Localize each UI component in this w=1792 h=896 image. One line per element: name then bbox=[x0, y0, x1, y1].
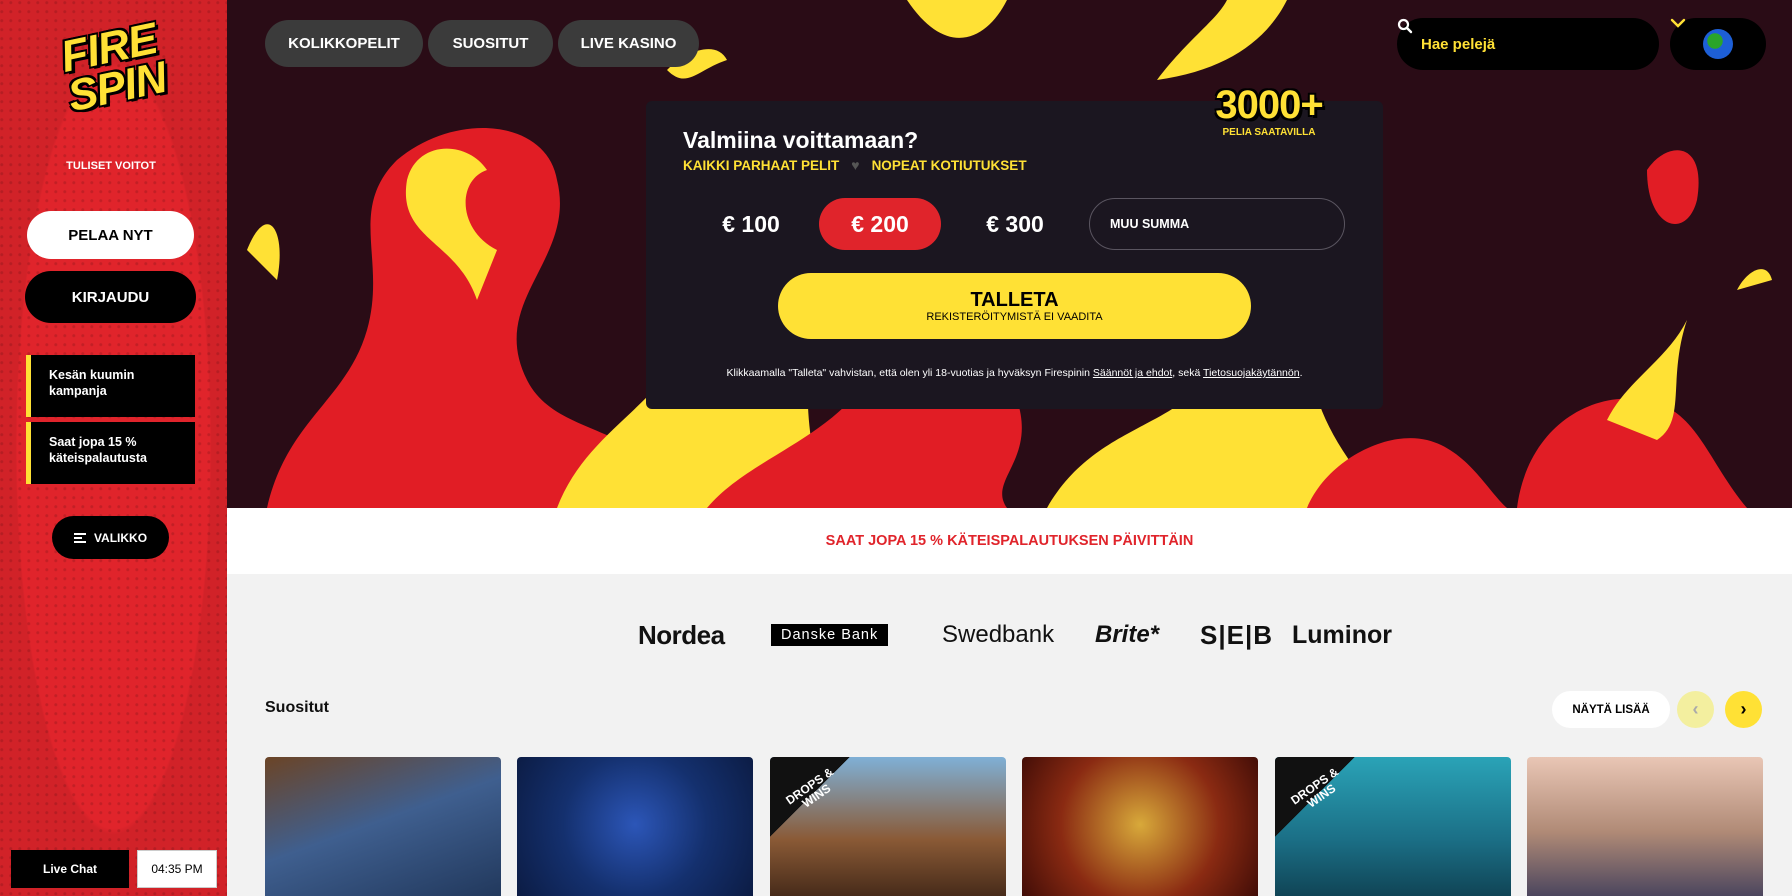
cashback-banner[interactable]: SAAT JOPA 15 % KÄTEISPALAUTUKSEN PÄIVITT… bbox=[227, 508, 1792, 574]
bank-logos: Nordea Danske Bank Swedbank Brite* S|E|B… bbox=[227, 610, 1792, 660]
live-chat-button[interactable]: Live Chat bbox=[11, 850, 129, 888]
nav-popular[interactable]: SUOSITUT bbox=[428, 20, 553, 67]
hamburger-icon bbox=[73, 531, 86, 545]
terms-link[interactable]: Säännöt ja ehdot bbox=[1093, 367, 1172, 379]
badge-text: DROPS & WINS bbox=[1288, 764, 1341, 811]
deposit-button-sublabel: REKISTERÖITYMISTÄ EI VAADITA bbox=[926, 310, 1103, 323]
drops-wins-badge: DROPS & WINS bbox=[1275, 757, 1355, 837]
menu-label: VALIKKO bbox=[93, 530, 148, 545]
promo-summer-campaign[interactable]: Kesän kuumin kampanja bbox=[26, 355, 195, 417]
legal-prefix: Klikkaamalla "Talleta" vahvistan, että o… bbox=[726, 367, 1093, 379]
search-icon[interactable] bbox=[1397, 18, 1413, 34]
deposit-panel: 3000+ PELIA SAATAVILLA Valmiina voittama… bbox=[646, 83, 1383, 409]
game-tile[interactable] bbox=[517, 757, 753, 896]
badge-text: DROPS & WINS bbox=[783, 764, 836, 811]
search-box[interactable] bbox=[1397, 18, 1659, 70]
show-more-button[interactable]: NÄYTÄ LISÄÄ bbox=[1552, 691, 1670, 728]
chevron-right-icon[interactable]: › bbox=[1725, 691, 1762, 728]
game-tile[interactable] bbox=[1022, 757, 1258, 896]
chevron-left-icon[interactable]: ‹ bbox=[1677, 691, 1714, 728]
clock: 04:35 PM bbox=[137, 850, 217, 888]
popular-section-title: Suositut bbox=[265, 699, 329, 716]
amount-200-button[interactable]: € 200 bbox=[819, 198, 941, 250]
deposit-button-label: TALLETA bbox=[970, 288, 1059, 311]
tagline: TULISET VOITOT bbox=[66, 160, 156, 172]
legal-middle: , sekä bbox=[1172, 367, 1204, 379]
search-input[interactable] bbox=[1421, 35, 1611, 53]
subtitle-fast-withdrawals: NOPEAT KOTIUTUKSET bbox=[871, 157, 1027, 173]
menu-button[interactable]: VALIKKO bbox=[52, 516, 169, 559]
deposit-subtitle: KAIKKI PARHAAT PELIT ♥ NOPEAT KOTIUTUKSE… bbox=[683, 157, 1027, 173]
promo-cashback[interactable]: Saat jopa 15 % käteispalautusta bbox=[26, 422, 195, 484]
games-count: 3000+ bbox=[1215, 83, 1323, 127]
nav-live-casino[interactable]: LIVE KASINO bbox=[558, 20, 699, 67]
sidebar: FIRE SPIN TULISET VOITOT PELAA NYT KIRJA… bbox=[0, 0, 227, 896]
deposit-button[interactable]: TALLETA REKISTERÖITYMISTÄ EI VAADITA bbox=[778, 273, 1251, 339]
luminor-logo: Luminor bbox=[1292, 620, 1392, 649]
amount-300-button[interactable]: € 300 bbox=[954, 198, 1076, 250]
privacy-link[interactable]: Tietosuojakäytännön bbox=[1203, 367, 1300, 379]
cobra-game-art bbox=[1022, 757, 1258, 896]
game-tile[interactable] bbox=[265, 757, 501, 896]
drops-wins-badge: DROPS & WINS bbox=[770, 757, 850, 837]
globe-icon bbox=[1703, 29, 1733, 59]
firespin-logo[interactable]: FIRE SPIN bbox=[38, 14, 188, 148]
other-amount-input[interactable] bbox=[1089, 198, 1345, 250]
subtitle-best-games: KAIKKI PARHAAT PELIT bbox=[683, 157, 840, 173]
nav-slots[interactable]: KOLIKKOPELIT bbox=[265, 20, 423, 67]
wolf-game-art bbox=[265, 757, 501, 896]
login-button[interactable]: KIRJAUDU bbox=[25, 271, 196, 323]
game-tile[interactable]: DROPS & WINS bbox=[1275, 757, 1511, 896]
game-tile[interactable] bbox=[1527, 757, 1763, 896]
seb-logo: S|E|B bbox=[1200, 619, 1274, 650]
nordea-logo: Nordea bbox=[638, 619, 725, 650]
legal-suffix: . bbox=[1299, 367, 1303, 379]
play-now-button[interactable]: PELAA NYT bbox=[27, 211, 194, 259]
game-tile[interactable]: DROPS & WINS bbox=[770, 757, 1006, 896]
amount-100-button[interactable]: € 100 bbox=[690, 198, 812, 250]
swedbank-logo: Swedbank bbox=[942, 621, 1055, 648]
deposit-title: Valmiina voittamaan? bbox=[683, 127, 919, 153]
gangster-game-art bbox=[1527, 757, 1763, 896]
deposit-legal-text: Klikkaamalla "Talleta" vahvistan, että o… bbox=[646, 367, 1383, 379]
chevron-down-icon bbox=[1670, 18, 1686, 28]
wizard-game-art bbox=[517, 757, 753, 896]
danske-bank-logo: Danske Bank bbox=[771, 624, 889, 646]
language-selector[interactable] bbox=[1670, 18, 1766, 70]
heart-icon: ♥ bbox=[851, 157, 860, 173]
hero-banner: KOLIKKOPELIT SUOSITUT LIVE KASINO 3000+ … bbox=[227, 0, 1792, 508]
games-count-label: PELIA SAATAVILLA bbox=[1222, 127, 1316, 138]
brite-logo: Brite* bbox=[1095, 621, 1160, 648]
